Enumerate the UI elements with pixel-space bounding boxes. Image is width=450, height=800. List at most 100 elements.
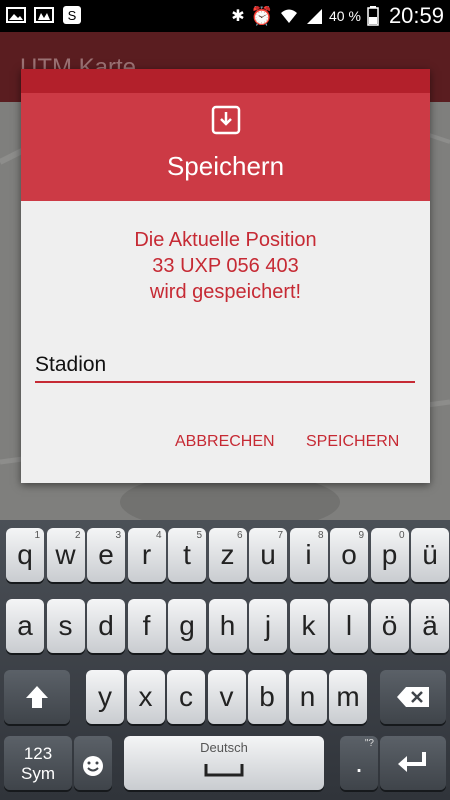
key-x[interactable]: x	[126, 670, 165, 724]
period-key[interactable]: "? .	[340, 736, 378, 790]
key-label: j	[264, 610, 272, 641]
key-w[interactable]: w2	[46, 528, 85, 582]
enter-key[interactable]	[380, 736, 446, 790]
backspace-icon	[397, 687, 429, 707]
dialog-header: Speichern	[21, 93, 430, 201]
key-hint: 5	[196, 530, 202, 541]
key-label: v	[219, 681, 234, 712]
key-n[interactable]: n	[288, 670, 327, 724]
key-v[interactable]: v	[207, 670, 246, 724]
key-f[interactable]: f	[127, 599, 166, 653]
key-h[interactable]: h	[208, 599, 247, 653]
save-button[interactable]: SPEICHERN	[306, 433, 399, 451]
location-name-input[interactable]	[35, 349, 415, 383]
key-label: t	[183, 539, 191, 570]
key-label: x	[138, 681, 153, 712]
alarm-icon: ⏰	[250, 5, 274, 26]
key-label: u	[260, 539, 276, 570]
key-label: d	[98, 610, 114, 641]
key-d[interactable]: d	[87, 599, 125, 653]
wifi-icon	[281, 9, 298, 23]
space-key[interactable]: Deutsch	[124, 736, 324, 790]
key-label: e	[98, 539, 114, 570]
key-hint: 8	[317, 530, 324, 541]
emoji-key[interactable]	[74, 736, 112, 790]
key-z[interactable]: z6	[208, 528, 247, 582]
battery-percent: 40 %	[329, 8, 361, 24]
svg-text:S: S	[68, 8, 77, 23]
key-hint: 4	[155, 530, 162, 541]
status-bar: S ✱ ⏰ 40 % 20:59	[0, 0, 450, 32]
key-hint: 9	[358, 530, 364, 541]
key-label: b	[259, 681, 275, 712]
key-hint: 0	[398, 530, 405, 541]
key-ä[interactable]: ä	[411, 599, 449, 653]
key-c[interactable]: c	[167, 670, 205, 724]
cancel-button[interactable]: ABBRECHEN	[175, 433, 275, 451]
shift-key[interactable]	[4, 670, 70, 724]
dialog-title: Speichern	[166, 151, 285, 181]
key-label: k	[301, 610, 316, 641]
image-icon	[6, 7, 26, 23]
bluetooth-icon: ✱	[231, 8, 245, 25]
key-a[interactable]: a	[6, 599, 44, 653]
message-line: 33 UXP 056 403	[152, 255, 299, 277]
key-e[interactable]: e3	[87, 528, 125, 582]
key-label: w	[55, 539, 76, 570]
dialog-top-strip	[21, 69, 430, 93]
key-label: m	[336, 681, 360, 712]
cloud-upload-icon	[34, 7, 54, 23]
key-label: c	[179, 681, 193, 712]
save-dialog: Speichern Die Aktuelle Position 33 UXP 0…	[21, 69, 430, 483]
key-label: ä	[422, 610, 438, 641]
key-label: g	[179, 610, 195, 641]
key-label: l	[345, 610, 353, 641]
key-ü[interactable]: ü	[411, 528, 449, 582]
period-key-label: .	[355, 747, 363, 778]
battery-icon	[367, 6, 379, 26]
key-label: ö	[381, 610, 398, 641]
key-j[interactable]: j	[249, 599, 287, 653]
key-hint: 7	[277, 530, 283, 541]
key-label: z	[220, 539, 235, 570]
space-bar-icon	[204, 764, 244, 777]
key-y[interactable]: y	[86, 670, 124, 724]
key-hint: 1	[34, 530, 40, 541]
key-hint: 2	[74, 530, 81, 541]
sync-icon: S	[63, 6, 81, 24]
backspace-key[interactable]	[380, 670, 446, 724]
key-s[interactable]: s	[46, 599, 85, 653]
key-label: n	[299, 681, 316, 712]
key-p[interactable]: p0	[370, 528, 409, 582]
symbols-key[interactable]: 123 Sym	[4, 736, 72, 790]
key-g[interactable]: g	[168, 599, 206, 653]
key-o[interactable]: o9	[330, 528, 368, 582]
key-label: f	[142, 610, 151, 641]
shift-icon	[26, 686, 48, 708]
key-u[interactable]: u7	[249, 528, 287, 582]
smiley-icon	[83, 756, 103, 776]
key-t[interactable]: t5	[168, 528, 206, 582]
key-label: h	[219, 610, 236, 641]
message-line: Die Aktuelle Position	[134, 229, 317, 251]
key-ö[interactable]: ö	[370, 599, 409, 653]
clock: 20:59	[388, 3, 444, 28]
key-label: y	[98, 681, 112, 712]
key-label: a	[17, 610, 33, 641]
key-i[interactable]: i8	[289, 528, 328, 582]
key-l[interactable]: l	[330, 599, 368, 653]
signal-icon	[307, 9, 323, 24]
key-label: s	[58, 610, 73, 641]
save-download-icon	[211, 105, 241, 135]
symbols-key-label: 123 Sym	[21, 744, 55, 783]
key-r[interactable]: r4	[127, 528, 166, 582]
space-key-label: Deutsch	[200, 740, 248, 755]
dialog-message: Die Aktuelle Position 33 UXP 056 403 wir…	[21, 227, 430, 305]
key-label: q	[17, 539, 33, 570]
soft-keyboard: q1w2e3r4t5z6u7i8o9p0ü asdfghjklöä yxcvbn…	[0, 520, 450, 800]
key-k[interactable]: k	[289, 599, 328, 653]
key-b[interactable]: b	[248, 670, 286, 724]
key-q[interactable]: q1	[6, 528, 44, 582]
key-m[interactable]: m	[329, 670, 367, 724]
key-label: r	[141, 539, 152, 570]
